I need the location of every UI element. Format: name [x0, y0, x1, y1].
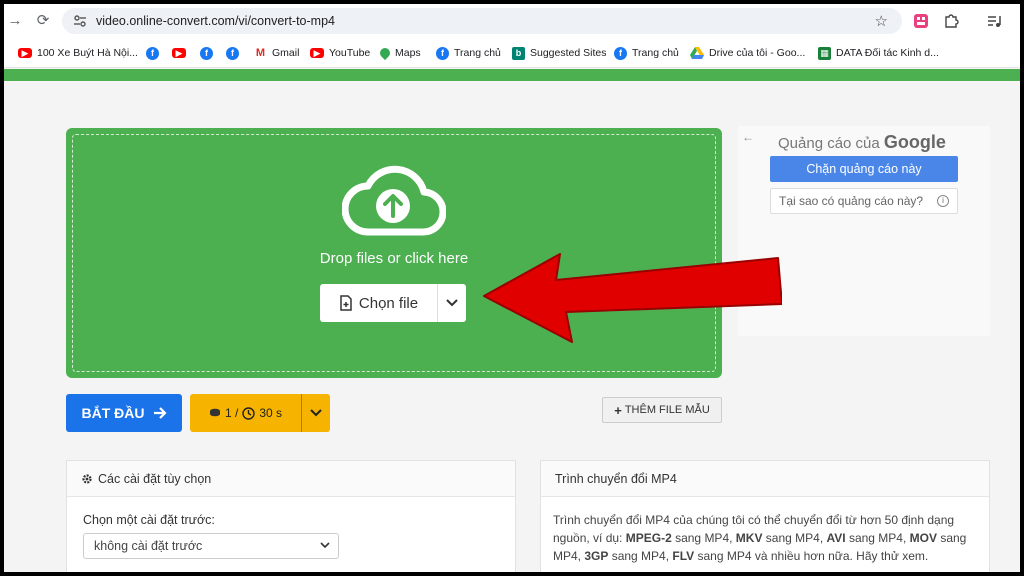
facebook-icon: f — [436, 46, 449, 60]
cloud-upload-icon — [342, 165, 446, 236]
mp4-converter-info-panel: Trình chuyển đổi MP4 Trình chuyển đổi MP… — [540, 460, 990, 572]
address-bar-row: → ⟳ video.online-convert.com/vi/convert-… — [4, 4, 1020, 38]
arrow-right-icon — [153, 407, 167, 419]
block-ad-button[interactable]: Chặn quảng cáo này — [770, 156, 958, 182]
preset-select[interactable]: không cài đặt trước — [83, 533, 339, 559]
preset-label: Chọn một cài đặt trước: — [83, 513, 215, 527]
bookmark-item-drive[interactable]: Drive của tôi - Goo... — [690, 45, 805, 61]
bookmark-item[interactable]: f — [200, 45, 213, 61]
site-header-bar — [4, 69, 1020, 81]
bookmark-item-data[interactable]: ▦ DATA Đối tác Kinh d... — [818, 45, 939, 61]
settings-panel-header: Các cài đặt tùy chọn — [67, 461, 515, 497]
youtube-icon: ▶ — [18, 48, 32, 58]
add-sample-file-button[interactable]: + THÊM FILE MẪU — [602, 397, 722, 423]
bookmark-item-suggested-sites[interactable]: b Suggested Sites — [512, 45, 606, 61]
forward-icon[interactable]: → — [6, 12, 24, 30]
choose-file-label: Chọn file — [358, 294, 419, 312]
choose-file-button-group: Chọn file — [320, 284, 466, 322]
extensions-puzzle-icon[interactable] — [942, 12, 960, 30]
bookmark-item[interactable]: ▶ — [172, 45, 186, 61]
red-arrow-annotation — [483, 253, 782, 343]
choose-file-button[interactable]: Chọn file — [320, 284, 438, 322]
facebook-icon: f — [614, 46, 627, 60]
sheets-icon: ▦ — [818, 46, 831, 60]
media-control-icon[interactable] — [986, 12, 1004, 30]
bookmark-item[interactable]: ▶ 100 Xe Buýt Hà Nội... — [18, 45, 138, 61]
credits-button[interactable]: 1 / 30 s — [190, 394, 330, 432]
gmail-icon: M — [254, 46, 267, 60]
drive-icon — [690, 47, 704, 59]
start-button[interactable]: BẮT ĐẦU — [66, 394, 182, 432]
maps-icon — [377, 45, 393, 61]
extension-icon[interactable] — [912, 12, 930, 30]
chevron-down-icon — [320, 542, 330, 549]
site-settings-icon[interactable] — [72, 13, 88, 29]
info-icon: i — [937, 195, 949, 207]
credits-dropdown[interactable] — [302, 409, 330, 417]
clock-icon — [242, 406, 256, 420]
bookmark-item-youtube[interactable]: ▶ YouTube — [310, 45, 370, 61]
bookmark-item-maps[interactable]: Maps — [377, 45, 421, 61]
file-add-icon — [340, 295, 352, 311]
youtube-icon: ▶ — [310, 48, 324, 58]
bookmark-item-gmail[interactable]: M Gmail — [254, 45, 299, 61]
coins-icon — [209, 408, 220, 417]
choose-file-dropdown[interactable] — [438, 284, 466, 322]
credits-info: 1 / 30 s — [190, 394, 302, 432]
omnibox[interactable]: video.online-convert.com/vi/convert-to-m… — [62, 8, 902, 34]
bookmark-item[interactable]: f — [226, 45, 239, 61]
ad-title: Quảng cáo của Google — [778, 132, 946, 152]
bookmark-item[interactable]: f — [146, 45, 159, 61]
bing-icon: b — [512, 46, 525, 60]
chevron-down-icon — [446, 299, 458, 307]
chevron-down-icon — [310, 409, 322, 417]
youtube-icon: ▶ — [172, 48, 186, 58]
info-panel-header: Trình chuyển đổi MP4 — [541, 461, 989, 497]
bookmark-item-trang-chu[interactable]: f Trang chủ — [436, 45, 501, 61]
facebook-icon: f — [226, 46, 239, 60]
arrow-left-icon[interactable]: ← — [742, 130, 754, 144]
bookmark-item-trang-chu-2[interactable]: f Trang chủ — [614, 45, 679, 61]
facebook-icon: f — [200, 46, 213, 60]
gear-icon — [82, 473, 92, 484]
optional-settings-panel: Các cài đặt tùy chọn Chọn một cài đặt tr… — [66, 460, 516, 572]
why-this-ad-button[interactable]: Tại sao có quảng cáo này? i — [770, 188, 958, 214]
plus-icon: + — [614, 402, 622, 418]
bookmark-star-icon[interactable]: ☆ — [875, 12, 888, 30]
browser-window: → ⟳ video.online-convert.com/vi/convert-… — [4, 4, 1020, 572]
facebook-icon: f — [146, 46, 159, 60]
reload-icon[interactable]: ⟳ — [34, 12, 52, 30]
bookmarks-bar: ▶ 100 Xe Buýt Hà Nội... f ▶ f f M Gmail … — [4, 38, 1020, 68]
converter-description: Trình chuyển đổi MP4 của chúng tôi có th… — [553, 513, 967, 563]
google-logo-text: Google — [883, 132, 946, 152]
url-text[interactable]: video.online-convert.com/vi/convert-to-m… — [96, 8, 335, 34]
